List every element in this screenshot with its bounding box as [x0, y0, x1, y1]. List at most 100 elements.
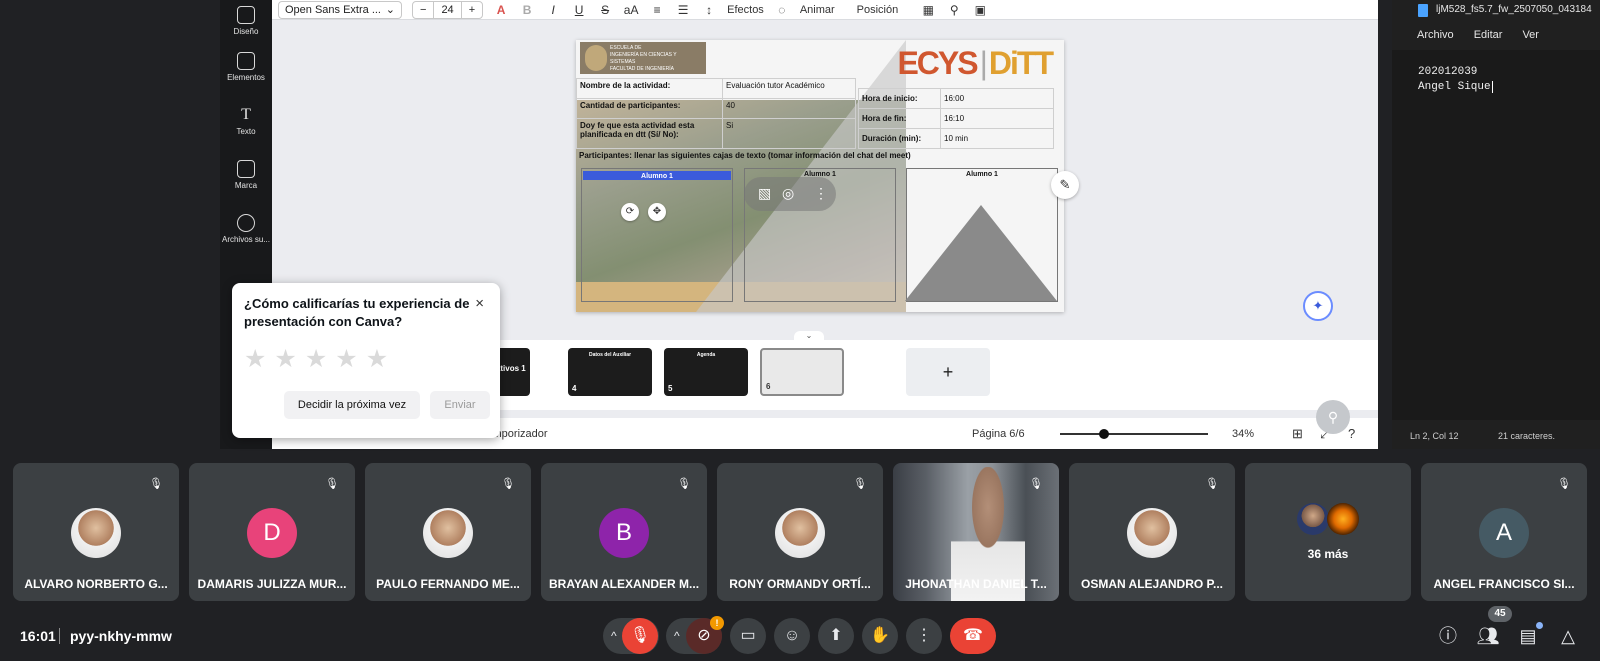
- case-icon[interactable]: aA: [623, 3, 639, 17]
- cursor-position: Ln 2, Col 12: [1410, 431, 1459, 441]
- thumbnail-page-6[interactable]: 6: [760, 348, 844, 396]
- image-icon[interactable]: ▧: [758, 185, 771, 202]
- sidebar-item-marca[interactable]: Marca: [220, 160, 272, 190]
- grid-view-icon[interactable]: ⊞: [1292, 426, 1303, 442]
- start-time-value[interactable]: 16:00: [940, 88, 1054, 109]
- animate-button[interactable]: Animar: [800, 4, 835, 16]
- sidebar-item-archivos[interactable]: Archivos su...: [220, 214, 272, 244]
- effects-button[interactable]: Efectos: [727, 4, 764, 16]
- emoji-button[interactable]: ☺: [774, 618, 810, 654]
- size-minus-button[interactable]: −: [413, 1, 435, 18]
- participant-tile[interactable]: A 🎙︎ ANGEL FRANCISCO SI...: [1421, 463, 1587, 601]
- thumbnail-title: Datos del Auxiliar: [588, 352, 632, 358]
- sidebar-item-texto[interactable]: T Texto: [220, 106, 272, 136]
- alumno-header[interactable]: Alumno 1: [583, 171, 731, 180]
- activities-icon[interactable]: △: [1556, 624, 1580, 648]
- star-icon[interactable]: ★: [244, 347, 266, 372]
- send-button[interactable]: Enviar: [430, 391, 490, 419]
- thumbnail-page-4[interactable]: Datos del Auxiliar 4: [568, 348, 652, 396]
- slide-canvas[interactable]: ESCUELA DE INGENIERÍA EN CIENCIAS Y SIST…: [576, 40, 1064, 312]
- captions-button[interactable]: ▭: [730, 618, 766, 654]
- leave-call-button[interactable]: ☎: [950, 618, 996, 654]
- participant-tile[interactable]: 🎙︎ JHONATHAN DANIEL T...: [893, 463, 1059, 601]
- activity-name-value[interactable]: Evaluación tutor Académico: [722, 78, 856, 99]
- end-time-value[interactable]: 16:10: [940, 108, 1054, 129]
- align-center-icon[interactable]: ≡: [649, 3, 665, 17]
- list-icon[interactable]: ☰: [675, 3, 691, 17]
- captions-icon: ▭: [740, 627, 756, 644]
- lock-icon[interactable]: ▣: [972, 3, 988, 17]
- zoom-slider-knob[interactable]: [1099, 429, 1110, 439]
- notepad-text-area[interactable]: 202012039 Angel Sique: [1392, 50, 1600, 420]
- participant-tile[interactable]: 🎙︎ OSMAN ALEJANDRO P...: [1069, 463, 1235, 601]
- decide-later-button[interactable]: Decidir la próxima vez: [284, 391, 420, 419]
- participant-tile[interactable]: 🎙︎ PAULO FERNANDO ME...: [365, 463, 531, 601]
- star-rating: ★ ★ ★ ★ ★: [244, 347, 388, 372]
- mic-off-button[interactable]: 🎙︎: [622, 618, 658, 654]
- zoom-slider[interactable]: [1060, 429, 1208, 439]
- underline-icon[interactable]: U: [571, 3, 587, 17]
- help-icon[interactable]: ?: [1348, 426, 1355, 441]
- link-icon[interactable]: ⚲: [946, 3, 962, 17]
- start-time-label: Hora de inicio:: [858, 88, 941, 109]
- alumno-header[interactable]: Alumno 1: [907, 169, 1057, 178]
- position-button[interactable]: Posición: [857, 4, 899, 16]
- chevron-up-icon[interactable]: ^: [611, 618, 617, 654]
- sidebar-item-diseno[interactable]: Diseño: [220, 6, 272, 36]
- school-logo-line: ESCUELA DE: [610, 45, 642, 51]
- transparency-icon[interactable]: ▦: [920, 3, 936, 17]
- font-select[interactable]: Open Sans Extra ... ⌄: [278, 0, 402, 19]
- add-comment-icon[interactable]: ✎: [1051, 171, 1079, 199]
- copy-icon[interactable]: ◎: [782, 185, 794, 202]
- raise-hand-button[interactable]: ✋: [862, 618, 898, 654]
- participant-tile[interactable]: D 🎙︎ DAMARIS JULIZZA MUR...: [189, 463, 355, 601]
- thumbnail-page-5[interactable]: Agenda 5: [664, 348, 748, 396]
- size-plus-button[interactable]: +: [462, 2, 482, 18]
- magic-assistant-icon[interactable]: ✦: [1303, 291, 1333, 321]
- table-row: Hora de inicio: 16:00: [858, 88, 1054, 109]
- chevron-up-icon[interactable]: ^: [674, 618, 680, 654]
- notepad-tab-title[interactable]: ljM528_fs5.7_fw_2507050_043184: [1436, 4, 1592, 15]
- duration-value[interactable]: 10 min: [940, 128, 1054, 149]
- participant-tile[interactable]: 🎙︎ RONY ORMANDY ORTÍ...: [717, 463, 883, 601]
- add-page-button[interactable]: +: [906, 348, 990, 396]
- menu-editar[interactable]: Editar: [1474, 29, 1503, 49]
- star-icon[interactable]: ★: [274, 347, 296, 372]
- mic-off-icon: 🎙︎: [629, 627, 651, 644]
- move-handle-icon[interactable]: ✥: [648, 203, 666, 221]
- planned-value[interactable]: Si: [722, 118, 856, 149]
- alumno-box-1[interactable]: Alumno 1: [581, 168, 733, 302]
- text-color-icon[interactable]: A: [493, 3, 509, 17]
- participant-tile[interactable]: B 🎙︎ BRAYAN ALEXANDER M...: [541, 463, 707, 601]
- more-options-icon[interactable]: ⋮: [814, 185, 828, 202]
- star-icon[interactable]: ★: [305, 347, 327, 372]
- italic-icon[interactable]: I: [545, 3, 561, 17]
- strikethrough-icon[interactable]: S: [597, 3, 613, 17]
- participant-tile[interactable]: 🎙︎ ALVARO NORBERTO G...: [13, 463, 179, 601]
- spacing-icon[interactable]: ↕: [701, 3, 717, 17]
- mic-off-icon: 🎙︎: [1029, 478, 1043, 490]
- notepad-status-bar: Ln 2, Col 12 21 caracteres.: [1392, 422, 1600, 449]
- star-icon[interactable]: ★: [366, 347, 388, 372]
- zoom-in-icon[interactable]: ⚲: [1316, 400, 1350, 434]
- people-icon[interactable]: 👥︎: [1476, 624, 1500, 648]
- info-icon[interactable]: ⓘ: [1436, 624, 1460, 648]
- avatar: [1327, 503, 1359, 535]
- rotate-handle-icon[interactable]: ⟳: [621, 203, 639, 221]
- close-icon[interactable]: ×: [475, 295, 484, 312]
- collapse-chevron-icon[interactable]: ⌄: [794, 331, 824, 343]
- participant-tile[interactable]: 36 más: [1245, 463, 1411, 601]
- emoji-icon: ☺: [783, 627, 801, 644]
- menu-ver[interactable]: Ver: [1522, 29, 1539, 49]
- bold-icon[interactable]: B: [519, 3, 535, 17]
- menu-archivo[interactable]: Archivo: [1417, 29, 1454, 49]
- font-size-input[interactable]: 24: [434, 1, 462, 18]
- alumno-box-3[interactable]: Alumno 1: [905, 168, 1058, 302]
- present-button[interactable]: ⬆: [818, 618, 854, 654]
- activity-table: Nombre de la actividad: Evaluación tutor…: [576, 78, 856, 149]
- star-icon[interactable]: ★: [335, 347, 357, 372]
- zoom-percent[interactable]: 34%: [1232, 428, 1254, 440]
- participants-count-value[interactable]: 40: [722, 98, 856, 119]
- sidebar-item-elementos[interactable]: Elementos: [220, 52, 272, 82]
- more-options-button[interactable]: ⋮: [906, 618, 942, 654]
